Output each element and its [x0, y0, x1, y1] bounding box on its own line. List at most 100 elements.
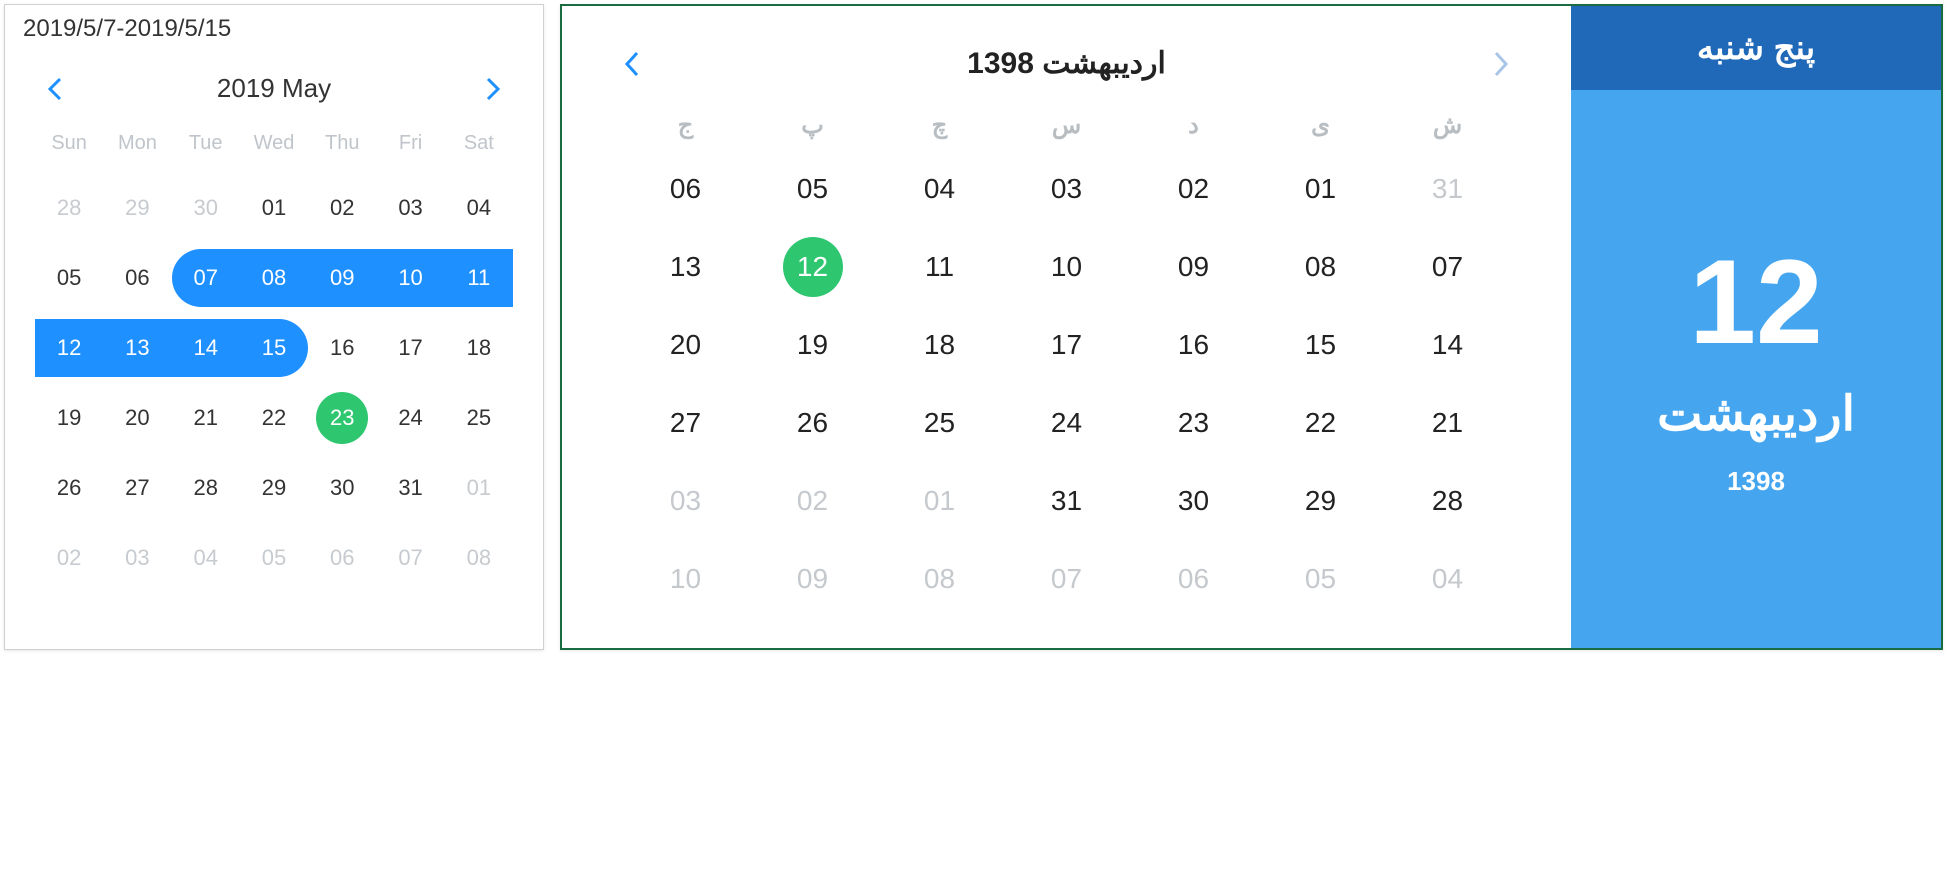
day-cell[interactable]: 03: [103, 529, 171, 587]
persian-weekday-cell: ش: [1384, 111, 1511, 140]
day-cell[interactable]: 23: [308, 389, 376, 447]
persian-weekday-cell: پ: [749, 111, 876, 140]
day-cell[interactable]: 29: [103, 179, 171, 237]
persian-month-navigation: اردیبهشت 1398: [622, 36, 1511, 101]
day-cell[interactable]: 26: [35, 459, 103, 517]
day-cell[interactable]: 05: [240, 529, 308, 587]
day-cell[interactable]: 07: [376, 529, 444, 587]
day-cell[interactable]: 13: [103, 319, 171, 377]
persian-day-cell[interactable]: 29: [1257, 462, 1384, 540]
persian-day-cell[interactable]: 04: [876, 150, 1003, 228]
selected-date-body: 12 اردیبهشت 1398: [1571, 90, 1941, 648]
persian-day-cell[interactable]: 20: [622, 306, 749, 384]
day-cell[interactable]: 02: [35, 529, 103, 587]
persian-day-cell[interactable]: 10: [622, 540, 749, 618]
day-cell[interactable]: 25: [445, 389, 513, 447]
day-cell[interactable]: 30: [172, 179, 240, 237]
weekday-cell: Mon: [103, 124, 171, 163]
persian-next-button[interactable]: [1491, 54, 1511, 74]
persian-day-cell[interactable]: 09: [749, 540, 876, 618]
day-cell[interactable]: 30: [308, 459, 376, 517]
persian-day-cell[interactable]: 07: [1384, 228, 1511, 306]
persian-day-cell[interactable]: 17: [1003, 306, 1130, 384]
persian-day-cell[interactable]: 19: [749, 306, 876, 384]
persian-prev-button[interactable]: [622, 54, 642, 74]
persian-day-cell[interactable]: 23: [1130, 384, 1257, 462]
persian-weekday-cell: چ: [876, 111, 1003, 140]
persian-day-cell[interactable]: 14: [1384, 306, 1511, 384]
day-cell[interactable]: 14: [172, 319, 240, 377]
day-cell[interactable]: 07: [172, 249, 240, 307]
persian-day-cell[interactable]: 30: [1130, 462, 1257, 540]
persian-day-cell[interactable]: 27: [622, 384, 749, 462]
day-cell[interactable]: 27: [103, 459, 171, 517]
day-cell[interactable]: 19: [35, 389, 103, 447]
persian-day-cell[interactable]: 31: [1384, 150, 1511, 228]
persian-day-cell[interactable]: 05: [749, 150, 876, 228]
day-cell[interactable]: 18: [445, 319, 513, 377]
persian-day-cell[interactable]: 31: [1003, 462, 1130, 540]
day-cell[interactable]: 06: [103, 249, 171, 307]
persian-day-cell[interactable]: 21: [1384, 384, 1511, 462]
day-cell[interactable]: 05: [35, 249, 103, 307]
persian-day-cell[interactable]: 28: [1384, 462, 1511, 540]
day-cell[interactable]: 04: [445, 179, 513, 237]
day-cell[interactable]: 28: [172, 459, 240, 517]
day-cell[interactable]: 16: [308, 319, 376, 377]
persian-day-cell[interactable]: 09: [1130, 228, 1257, 306]
day-cell[interactable]: 10: [376, 249, 444, 307]
persian-day-cell[interactable]: 18: [876, 306, 1003, 384]
next-month-button[interactable]: [483, 79, 503, 99]
day-cell[interactable]: 02: [308, 179, 376, 237]
week-row: 19202122232425: [35, 383, 513, 453]
day-cell[interactable]: 01: [445, 459, 513, 517]
month-year-label: 2019 May: [217, 73, 331, 104]
day-cell[interactable]: 31: [376, 459, 444, 517]
persian-day-cell[interactable]: 25: [876, 384, 1003, 462]
persian-day-cell[interactable]: 16: [1130, 306, 1257, 384]
persian-day-cell[interactable]: 08: [876, 540, 1003, 618]
persian-day-cell[interactable]: 11: [876, 228, 1003, 306]
day-cell[interactable]: 29: [240, 459, 308, 517]
persian-day-cell[interactable]: 02: [749, 462, 876, 540]
persian-day-cell[interactable]: 02: [1130, 150, 1257, 228]
persian-day-cell[interactable]: 04: [1384, 540, 1511, 618]
prev-month-button[interactable]: [45, 79, 65, 99]
day-cell[interactable]: 12: [35, 319, 103, 377]
persian-day-cell[interactable]: 01: [876, 462, 1003, 540]
persian-day-cell[interactable]: 08: [1257, 228, 1384, 306]
day-cell[interactable]: 11: [445, 249, 513, 307]
persian-day-cell[interactable]: 24: [1003, 384, 1130, 462]
day-cell[interactable]: 17: [376, 319, 444, 377]
persian-day-cell[interactable]: 26: [749, 384, 876, 462]
day-cell[interactable]: 01: [240, 179, 308, 237]
weekday-cell: Sun: [35, 124, 103, 163]
persian-weekday-cell: س: [1003, 111, 1130, 140]
persian-day-cell[interactable]: 15: [1257, 306, 1384, 384]
persian-day-cell[interactable]: 06: [1130, 540, 1257, 618]
persian-day-cell[interactable]: 06: [622, 150, 749, 228]
weekday-cell: Wed: [240, 124, 308, 163]
persian-day-cell[interactable]: 13: [622, 228, 749, 306]
day-cell[interactable]: 04: [172, 529, 240, 587]
persian-day-cell[interactable]: 07: [1003, 540, 1130, 618]
persian-day-cell[interactable]: 10: [1003, 228, 1130, 306]
day-cell[interactable]: 15: [240, 319, 308, 377]
day-cell[interactable]: 28: [35, 179, 103, 237]
day-cell[interactable]: 09: [308, 249, 376, 307]
persian-weekday-row: جپچسدیش: [622, 101, 1511, 150]
persian-day-cell[interactable]: 22: [1257, 384, 1384, 462]
day-cell[interactable]: 08: [240, 249, 308, 307]
day-cell[interactable]: 03: [376, 179, 444, 237]
day-cell[interactable]: 20: [103, 389, 171, 447]
day-cell[interactable]: 24: [376, 389, 444, 447]
persian-day-cell[interactable]: 01: [1257, 150, 1384, 228]
day-cell[interactable]: 06: [308, 529, 376, 587]
day-cell[interactable]: 21: [172, 389, 240, 447]
day-cell[interactable]: 08: [445, 529, 513, 587]
persian-day-cell[interactable]: 12: [749, 228, 876, 306]
persian-day-cell[interactable]: 05: [1257, 540, 1384, 618]
day-cell[interactable]: 22: [240, 389, 308, 447]
persian-day-cell[interactable]: 03: [622, 462, 749, 540]
persian-day-cell[interactable]: 03: [1003, 150, 1130, 228]
